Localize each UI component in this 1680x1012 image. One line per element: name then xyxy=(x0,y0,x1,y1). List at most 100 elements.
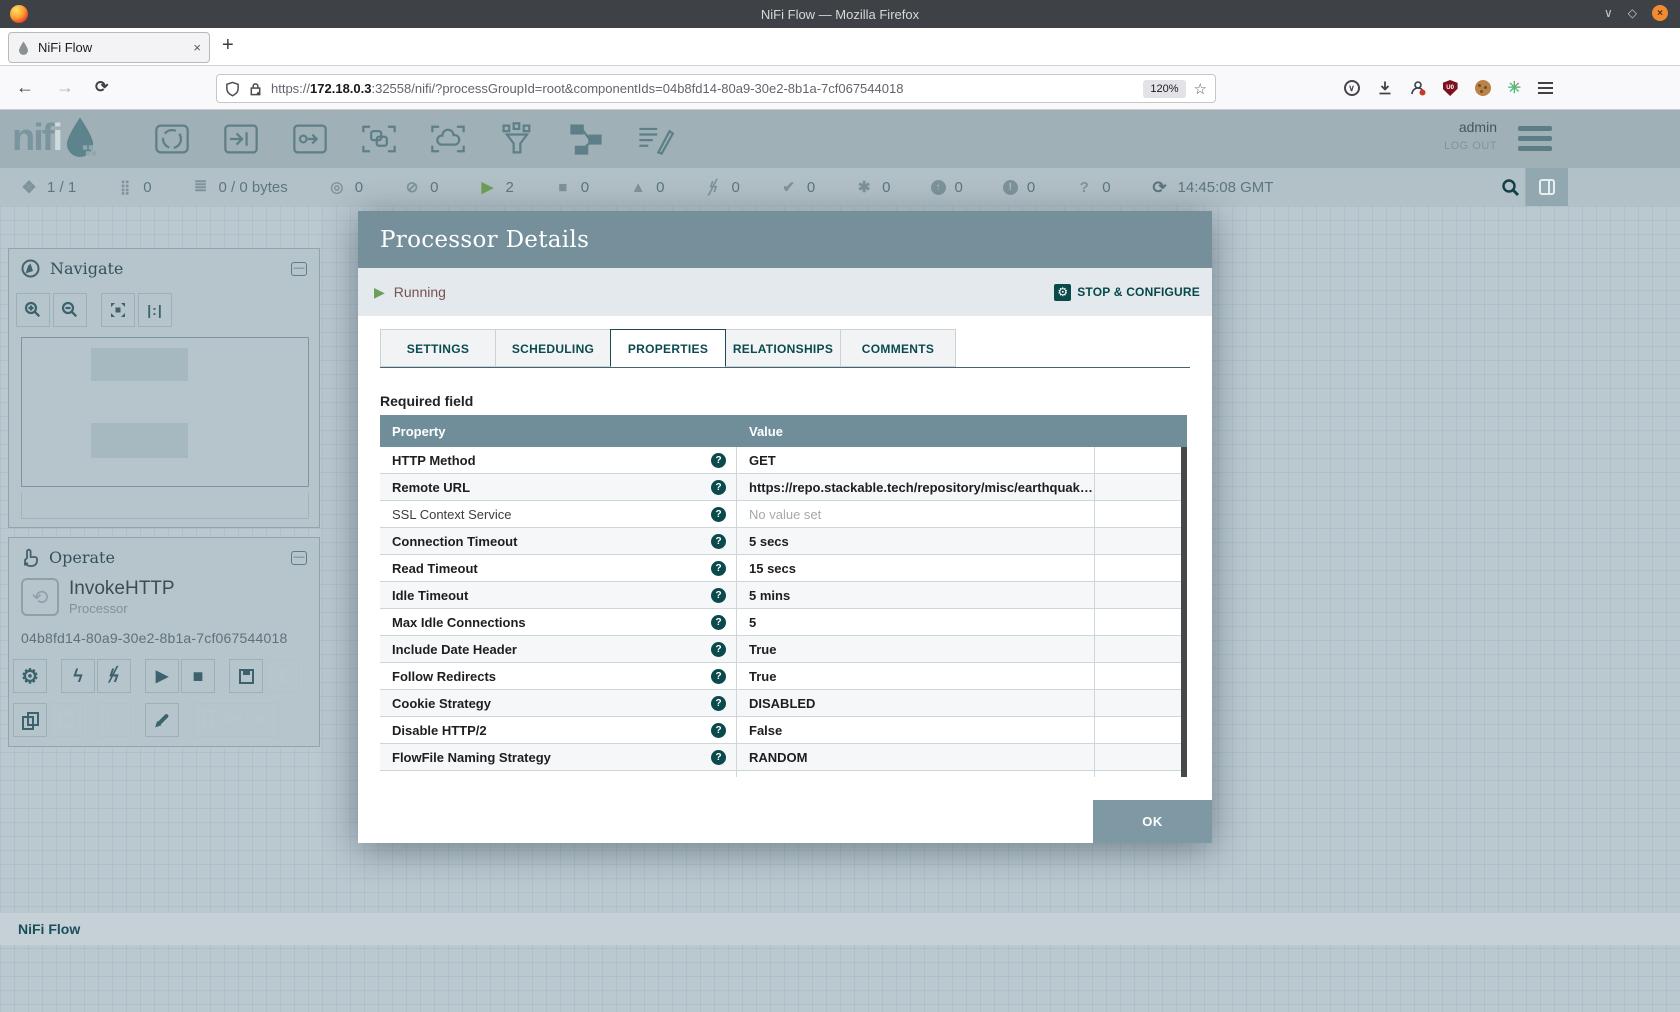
help-icon[interactable] xyxy=(711,588,726,603)
property-value-cell[interactable]: https://repo.stackable.tech/repository/m… xyxy=(737,474,1095,500)
bookmark-star-icon[interactable]: ☆ xyxy=(1194,80,1207,98)
download-icon[interactable] xyxy=(1377,80,1393,96)
table-row: Read Timeout15 secs xyxy=(380,555,1187,582)
window-close-icon[interactable]: × xyxy=(1652,5,1668,21)
global-menu-icon[interactable] xyxy=(1518,126,1552,151)
help-icon[interactable] xyxy=(711,507,726,522)
add-template-icon[interactable] xyxy=(560,118,612,160)
tab-properties[interactable]: PROPERTIES xyxy=(610,329,726,367)
zoom-fit-button[interactable] xyxy=(101,293,135,327)
account-icon[interactable] xyxy=(1410,80,1426,96)
birdseye-minimap[interactable] xyxy=(21,337,309,487)
property-value-cell[interactable]: GET xyxy=(737,447,1095,473)
dialog-header[interactable]: Processor Details xyxy=(358,211,1212,268)
add-process-group-icon[interactable] xyxy=(353,118,405,160)
tab-close-icon[interactable]: × xyxy=(193,40,201,55)
configure-button[interactable] xyxy=(13,659,47,693)
add-input-port-icon[interactable] xyxy=(215,118,267,160)
property-value-cell[interactable]: True xyxy=(737,636,1095,662)
help-icon[interactable] xyxy=(711,453,726,468)
url-text[interactable]: https://172.18.0.3:32558/nifi/?processGr… xyxy=(271,81,1135,96)
property-value-cell[interactable]: No value set xyxy=(737,501,1095,527)
help-icon[interactable] xyxy=(711,696,726,711)
ublock-icon[interactable]: U0 xyxy=(1443,80,1458,96)
window-minimize-icon[interactable]: ∨ xyxy=(1604,6,1613,20)
empty-cell xyxy=(1095,447,1187,473)
property-value-cell[interactable]: 5 mins xyxy=(737,582,1095,608)
selected-component-id[interactable]: 04b8fd14-80a9-30e2-8b1a-7cf067544018 xyxy=(21,630,287,646)
browser-tab-nifi-flow[interactable]: NiFi Flow × xyxy=(8,32,210,63)
tab-relationships[interactable]: RELATIONSHIPS xyxy=(725,329,841,367)
add-remote-process-group-icon[interactable] xyxy=(422,118,474,160)
property-value-cell[interactable]: RANDOM xyxy=(737,744,1095,770)
tab-scheduling[interactable]: SCHEDULING xyxy=(495,329,611,367)
zoom-level-badge[interactable]: 120% xyxy=(1143,80,1185,98)
transmitting-count: 0 xyxy=(355,179,363,196)
help-icon[interactable] xyxy=(711,615,726,630)
stop-button[interactable] xyxy=(181,659,215,693)
add-output-port-icon[interactable] xyxy=(284,118,336,160)
table-scrollbar[interactable] xyxy=(1181,447,1187,777)
shield-icon[interactable] xyxy=(225,81,240,97)
refresh-icon[interactable] xyxy=(1151,179,1169,196)
browser-toolbar: ← → ⟳ https://172.18.0.3:32558/nifi/?pro… xyxy=(0,66,1680,110)
add-processor-icon[interactable] xyxy=(146,118,198,160)
collapse-navigate-icon[interactable]: — xyxy=(291,262,307,276)
zoom-in-button[interactable] xyxy=(16,293,50,327)
help-icon[interactable] xyxy=(711,642,726,657)
help-icon[interactable] xyxy=(711,777,726,778)
start-button[interactable] xyxy=(145,659,179,693)
group-button xyxy=(97,703,131,737)
help-icon[interactable] xyxy=(711,534,726,549)
table-row: Cookie StrategyDISABLED xyxy=(380,690,1187,717)
property-value-cell[interactable]: True xyxy=(737,663,1095,689)
property-value-cell[interactable]: DISABLED xyxy=(737,690,1095,716)
add-label-icon[interactable] xyxy=(629,118,681,160)
settings-panel-button[interactable] xyxy=(1526,168,1568,206)
pocket-icon[interactable]: ∨ xyxy=(1344,80,1360,96)
stop-and-configure-button[interactable]: STOP & CONFIGURE xyxy=(1054,284,1200,301)
breadcrumb[interactable]: NiFi Flow xyxy=(18,921,80,937)
property-value-cell[interactable]: 15 secs xyxy=(737,555,1095,581)
help-icon[interactable] xyxy=(711,750,726,765)
lock-icon[interactable] xyxy=(248,81,263,97)
reload-button[interactable]: ⟳ xyxy=(95,77,108,97)
disabled-count-icon xyxy=(704,180,722,195)
url-bar[interactable]: https://172.18.0.3:32558/nifi/?processGr… xyxy=(216,74,1216,103)
queued-count: 0 / 0 bytes xyxy=(219,179,288,196)
property-value-cell[interactable]: False xyxy=(737,717,1095,743)
compass-icon xyxy=(21,259,40,278)
property-value-cell[interactable]: 5 secs xyxy=(737,528,1095,554)
disable-button[interactable] xyxy=(97,659,131,693)
zoom-out-button[interactable] xyxy=(53,293,87,327)
zoom-actual-button[interactable]: |:| xyxy=(138,293,172,327)
help-icon[interactable] xyxy=(711,723,726,738)
operate-header[interactable]: Operate — xyxy=(9,538,319,577)
enable-button[interactable] xyxy=(61,659,95,693)
navigate-header[interactable]: Navigate — xyxy=(9,249,319,288)
tab-settings[interactable]: SETTINGS xyxy=(380,329,496,367)
property-name-cell: Disable HTTP/2 xyxy=(380,717,737,743)
cookie-icon[interactable] xyxy=(1475,80,1491,96)
help-icon[interactable] xyxy=(711,480,726,495)
stop-configure-icon xyxy=(1054,284,1071,301)
help-icon[interactable] xyxy=(711,669,726,684)
property-value-cell[interactable]: No value set xyxy=(737,771,1095,777)
copy-button[interactable] xyxy=(13,703,47,737)
save-template-button[interactable] xyxy=(229,659,263,693)
back-button[interactable]: ← xyxy=(16,77,34,98)
logout-link[interactable]: LOG OUT xyxy=(1444,140,1497,152)
search-icon[interactable] xyxy=(1501,178,1520,197)
window-maximize-icon[interactable]: ◇ xyxy=(1628,6,1637,20)
add-funnel-icon[interactable] xyxy=(491,118,543,160)
collapse-operate-icon[interactable]: — xyxy=(291,551,307,565)
browser-menu-icon[interactable] xyxy=(1538,82,1553,94)
property-value-cell[interactable]: 5 xyxy=(737,609,1095,635)
help-icon[interactable] xyxy=(711,561,726,576)
tab-comments[interactable]: COMMENTS xyxy=(840,329,956,367)
fill-color-button[interactable] xyxy=(145,703,179,737)
new-tab-button[interactable]: + xyxy=(222,34,234,57)
properties-table-rows: HTTP MethodGETRemote URLhttps://repo.sta… xyxy=(380,447,1187,777)
ok-button[interactable]: OK xyxy=(1093,800,1212,843)
extension-asterisk-icon[interactable]: ✳ xyxy=(1508,78,1521,98)
